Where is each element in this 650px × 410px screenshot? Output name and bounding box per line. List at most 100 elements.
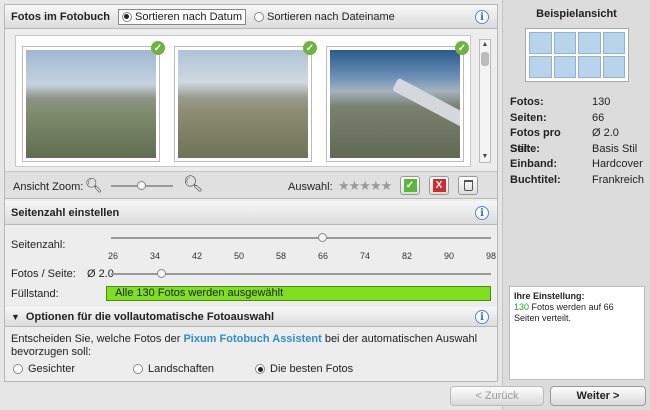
rating-stars[interactable]: ★★★★★ (338, 178, 392, 194)
preview-page (578, 32, 601, 54)
photos-header: Fotos im Fotobuch Sortieren nach Datum S… (5, 5, 497, 29)
info-icon[interactable]: i (475, 206, 489, 220)
deselect-button[interactable]: X (429, 176, 449, 195)
photo-thumbnail[interactable]: ✓ (326, 41, 469, 162)
collapse-triangle-icon[interactable]: ▼ (11, 312, 20, 322)
photos-section-title: Fotos im Fotobuch (11, 10, 110, 23)
pages-slider[interactable] (111, 237, 491, 239)
radio-dot (255, 364, 265, 374)
radio-dot (13, 364, 23, 374)
sidebar-title: Beispielansicht (536, 8, 617, 20)
zoom-out-icon[interactable]: 🔍︎ (85, 177, 103, 193)
radio-dot (253, 11, 264, 22)
pages-tick: 74 (359, 251, 371, 261)
option-label: Die besten Fotos (270, 363, 354, 375)
photo-image (178, 50, 308, 158)
photo-image (330, 50, 460, 158)
property-value: 130 (592, 96, 611, 108)
trash-icon (463, 180, 473, 191)
select-button[interactable]: ✓ (400, 176, 420, 195)
property-key: Seiten: (510, 111, 547, 124)
close-icon: X (432, 179, 446, 192)
zoom-slider-knob[interactable] (137, 181, 146, 190)
setting-text: 130 Fotos werden auf 66 Seiten verteilt. (514, 302, 640, 324)
info-icon[interactable]: i (475, 10, 489, 24)
property-value: 66 (592, 111, 605, 124)
pages-tick: 90 (443, 251, 455, 261)
pages-slider-knob[interactable] (318, 233, 327, 242)
options-header[interactable]: ▼ Optionen für die vollautomatische Foto… (5, 307, 497, 327)
preview-page (553, 32, 576, 54)
photos-per-page-knob[interactable] (157, 269, 166, 278)
preview-page (602, 32, 625, 54)
selection-label: Auswahl: (288, 181, 333, 193)
sort-by-name-label: Sortieren nach Dateiname (266, 10, 395, 23)
pages-header: Seitenzahl einstellen i (5, 201, 497, 225)
desc-text: Entscheiden Sie, welche Fotos der (11, 333, 184, 345)
preview-page (602, 56, 625, 78)
fill-label: Füllstand: (11, 288, 59, 300)
pages-section-title: Seitenzahl einstellen (11, 206, 120, 219)
pages-tick: 50 (233, 251, 245, 261)
property-key: Einband: (510, 158, 558, 170)
radio-dot (133, 364, 143, 374)
book-properties: Fotos: 130 Seiten: 66 Fotos pro Seite: Ø 2.0 S… (510, 95, 646, 188)
option-best-photos[interactable]: Die besten Fotos (255, 363, 353, 375)
property-row: Fotos: 130 (510, 95, 646, 111)
main-panel: Fotos im Fotobuch Sortieren nach Datum S… (4, 4, 498, 382)
preview-sidebar: Beispielansicht Fotos: 130 Seiten: 66 Fotos … (502, 0, 650, 410)
settings-summary: Ihre Einstellung: 130 Fotos werden auf 6… (509, 286, 645, 380)
sort-by-name-radio[interactable]: Sortieren nach Dateiname (253, 10, 395, 23)
property-row: Einband: Hardcover (510, 157, 646, 173)
option-faces[interactable]: Gesichter (13, 363, 75, 375)
setting-title: Ihre Einstellung: (514, 291, 585, 301)
scroll-thumb[interactable] (481, 52, 489, 66)
check-icon: ✓ (303, 41, 317, 55)
property-value: Frankreich (592, 173, 644, 186)
pages-tick: 66 (317, 251, 329, 261)
photos-per-page-label: Fotos / Seite: (11, 268, 76, 280)
property-row: Stil: Basis Stil (510, 142, 646, 158)
airplane-wing (391, 77, 460, 133)
property-value: Ø 2.0 (592, 127, 619, 139)
property-key: Stil: (510, 142, 531, 155)
property-key: Buchtitel: (510, 173, 561, 186)
photo-image (26, 50, 156, 158)
photo-thumbnail[interactable]: ✓ (22, 41, 165, 162)
property-key: Fotos pro Seite: (510, 127, 561, 155)
property-key: Fotos: (510, 96, 544, 108)
pages-tick: 42 (191, 251, 203, 261)
options-section: ▼ Optionen für die vollautomatische Foto… (5, 307, 497, 381)
pages-tick: 98 (485, 251, 497, 261)
book-preview (525, 28, 629, 82)
info-icon[interactable]: i (475, 310, 489, 324)
option-label: Gesichter (28, 363, 76, 375)
radio-dot (121, 11, 132, 22)
brand-name: Pixum Fotobuch Assistent (183, 333, 322, 345)
scroll-up-icon[interactable]: ▲ (480, 40, 490, 50)
photos-per-page-slider[interactable] (111, 273, 491, 275)
preview-page (553, 56, 576, 78)
property-row: Seiten: 66 (510, 111, 646, 127)
photo-scrollbar[interactable]: ▲ ▼ (479, 39, 491, 163)
photo-toolbar: Ansicht Zoom: 🔍︎ 🔍︎ Auswahl: ★★★★★ ✓ X (5, 171, 497, 199)
property-value: Hardcover (592, 158, 643, 170)
pages-tick: 34 (149, 251, 161, 261)
pages-label: Seitenzahl: (11, 239, 66, 251)
property-row: Buchtitel: Frankreich (510, 173, 646, 189)
fill-level-bar: Alle 130 Fotos werden ausgewählt (106, 286, 491, 301)
zoom-in-icon[interactable]: 🔍︎ (183, 177, 203, 193)
option-landscapes[interactable]: Landschaften (133, 363, 214, 375)
photo-thumbnail[interactable]: ✓ (174, 41, 317, 162)
photo-grid[interactable]: ✓ ✓ ✓ (15, 35, 471, 167)
property-value: Basis Stil (592, 142, 638, 155)
scroll-down-icon[interactable]: ▼ (480, 152, 490, 162)
next-button[interactable]: Weiter > (550, 386, 646, 406)
sort-by-date-radio[interactable]: Sortieren nach Datum (117, 8, 246, 25)
pages-tick: 26 (107, 251, 119, 261)
zoom-label: Ansicht Zoom: (13, 181, 84, 193)
pages-section: Seitenzahl einstellen i Seitenzahl: 26 34… (5, 201, 497, 305)
delete-button[interactable] (458, 176, 478, 195)
back-button[interactable]: < Zurück (450, 386, 544, 406)
property-row: Fotos pro Seite: Ø 2.0 (510, 126, 646, 155)
